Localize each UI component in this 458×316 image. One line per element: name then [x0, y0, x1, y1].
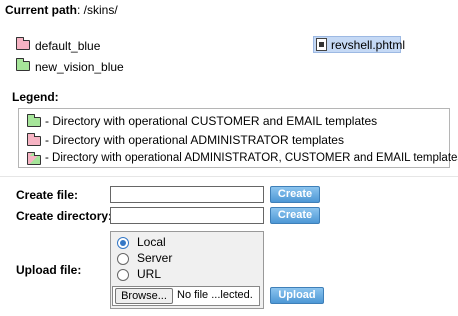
- current-path-value: : /skins/: [77, 3, 118, 17]
- upload-button[interactable]: Upload: [270, 287, 324, 304]
- file-name: revshell.phtml: [331, 38, 406, 52]
- create-file-label: Create file:: [16, 188, 79, 202]
- legend-item-all: - Directory with operational ADMINISTRAT…: [45, 152, 458, 164]
- legend-item-customer-email: - Directory with operational CUSTOMER an…: [45, 114, 378, 128]
- directory-name: default_blue: [35, 39, 101, 53]
- divider: [0, 176, 458, 177]
- radio-url[interactable]: [117, 269, 129, 281]
- file-picker[interactable]: Browse... No file ...lected.: [112, 286, 260, 306]
- file-item-revshell[interactable]: revshell.phtml: [313, 36, 405, 53]
- file-status: No file ...lected.: [177, 289, 253, 301]
- current-path: Current path: /skins/: [5, 3, 118, 17]
- create-file-input[interactable]: [110, 186, 264, 203]
- current-path-label: Current path: [5, 3, 77, 17]
- directory-name: new_vision_blue: [35, 60, 124, 74]
- create-directory-button[interactable]: Create: [270, 207, 320, 224]
- folder-icon: [16, 37, 30, 50]
- directory-item-new-vision-blue[interactable]: new_vision_blue: [16, 58, 136, 74]
- radio-server-label: Server: [137, 251, 173, 265]
- legend-title: Legend:: [12, 90, 59, 104]
- directory-item-default-blue[interactable]: default_blue: [16, 37, 126, 53]
- create-directory-label: Create directory:: [16, 209, 113, 223]
- legend-box: - Directory with operational CUSTOMER an…: [18, 108, 458, 168]
- radio-url-label: URL: [137, 267, 162, 281]
- legend-item-administrator: - Directory with operational ADMINISTRAT…: [45, 133, 344, 147]
- create-file-button[interactable]: Create: [270, 186, 320, 203]
- pink-folder-icon: [27, 133, 41, 146]
- radio-local[interactable]: [117, 237, 129, 249]
- green-folder-icon: [27, 114, 41, 127]
- mixed-folder-icon: [27, 152, 41, 165]
- php-file-icon: [316, 38, 327, 51]
- radio-server[interactable]: [117, 253, 129, 265]
- folder-icon: [16, 58, 30, 71]
- radio-local-label: Local: [137, 235, 166, 249]
- create-directory-input[interactable]: [110, 207, 264, 224]
- browse-button[interactable]: Browse...: [115, 288, 173, 304]
- upload-file-label: Upload file:: [16, 263, 82, 277]
